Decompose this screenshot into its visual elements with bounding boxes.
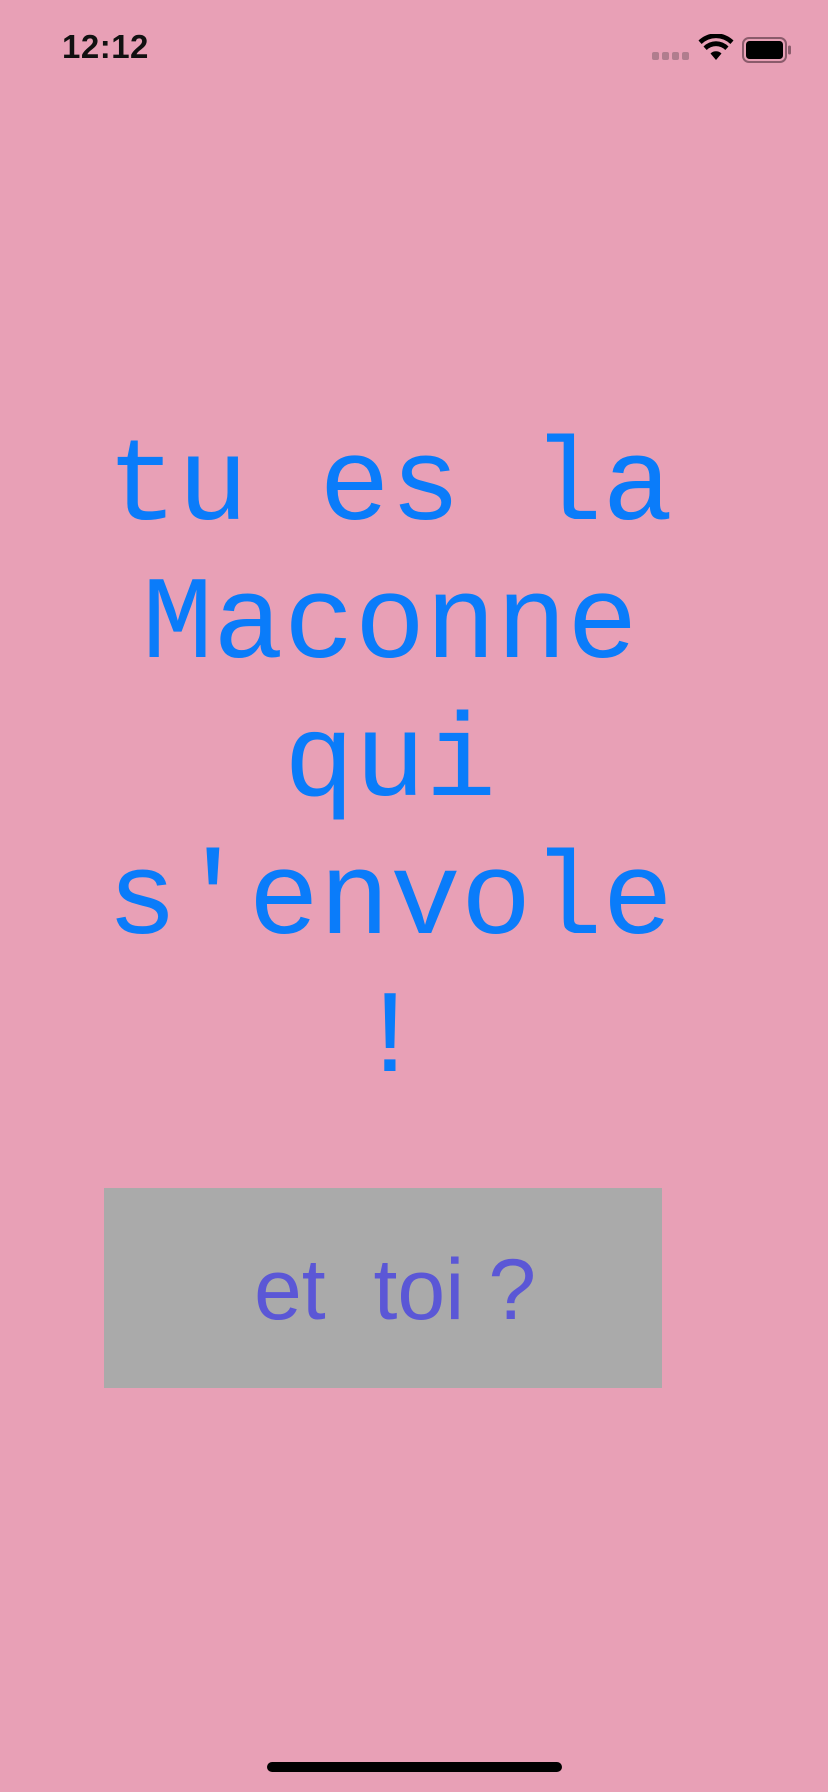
signal-icon (652, 52, 690, 62)
headline-line: tu es la (106, 422, 674, 555)
headline-line: s'envole ! (106, 836, 674, 1107)
headline-line: Maconne (142, 560, 638, 693)
headline-line: qui (283, 698, 497, 831)
et-toi-button-label: et toi ? (253, 1241, 537, 1338)
home-indicator[interactable] (267, 1762, 562, 1772)
headline: tu es la Maconne qui s'envole ! (70, 420, 710, 1110)
battery-icon (742, 37, 791, 63)
status-time: 12:12 (62, 28, 149, 65)
app-screen: 12:12 tu es la Maconne qui s'envole ! et… (0, 0, 828, 1792)
wifi-icon (698, 34, 734, 60)
status-bar: 12:12 (0, 0, 828, 100)
et-toi-button[interactable]: et toi ? (104, 1188, 662, 1388)
